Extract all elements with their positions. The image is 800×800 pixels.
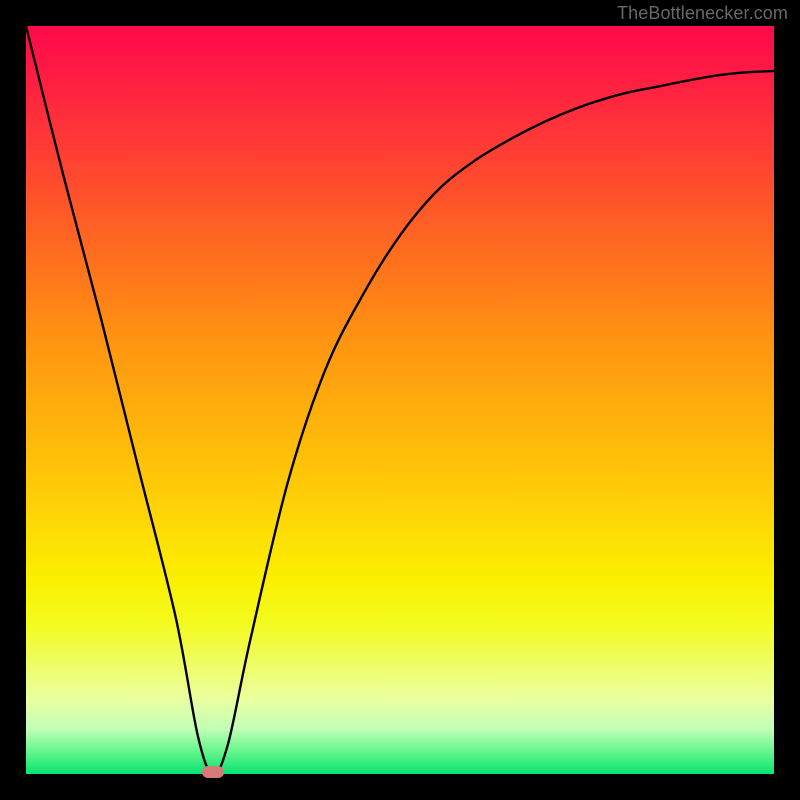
plot-area	[26, 26, 774, 774]
curve-layer	[26, 26, 774, 774]
watermark-label: TheBottlenecker.com	[617, 3, 788, 24]
bottleneck-curve	[26, 26, 774, 774]
chart-frame: TheBottlenecker.com	[0, 0, 800, 800]
optimal-marker	[202, 766, 224, 778]
